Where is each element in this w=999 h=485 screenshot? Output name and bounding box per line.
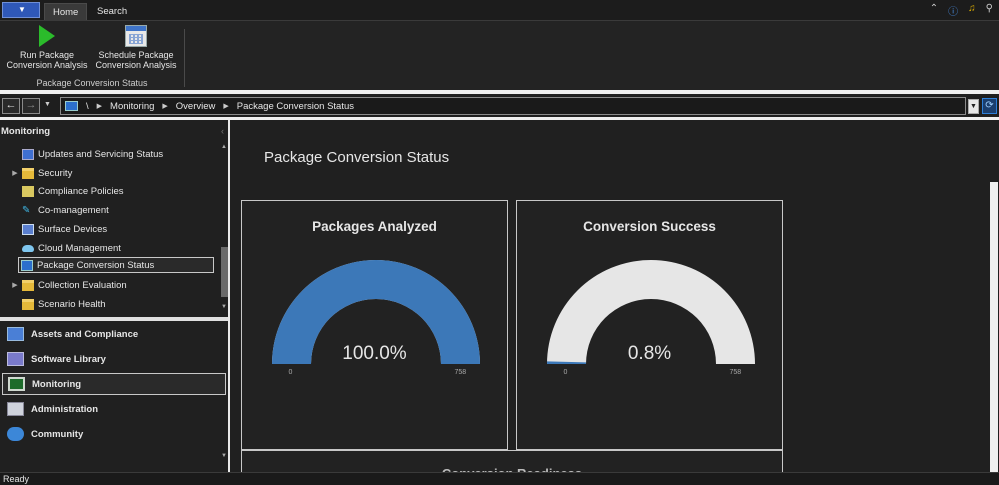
gauge-max-label: 758 [730, 369, 742, 376]
breadcrumb: \ ▶ Monitoring ▶ Overview ▶ Package Conv… [60, 97, 966, 115]
ribbon-divider [0, 90, 999, 94]
tree-item-compliance-policies[interactable]: Compliance Policies [8, 183, 218, 199]
gauge-max-label: 758 [455, 369, 467, 376]
refresh-icon[interactable]: ⟳ [982, 98, 997, 114]
gauge-value: 100.0% [342, 343, 407, 364]
tree-item-scenario-health[interactable]: Scenario Health [8, 296, 218, 312]
status-text: Ready [3, 474, 30, 484]
workspace-community[interactable]: Community [2, 423, 226, 445]
conversion-success-card: Conversion Success 0 758 0.8% [516, 200, 783, 450]
cloud-icon [22, 244, 34, 252]
scrollbar-thumb[interactable] [221, 247, 228, 297]
breadcrumb-separator-icon[interactable]: ▶ [97, 102, 102, 110]
tree-item-updates-and-servicing-status[interactable]: Updates and Servicing Status [8, 146, 218, 162]
surface-icon [22, 223, 34, 235]
updates-icon [22, 148, 34, 160]
compliance-icon [22, 185, 34, 197]
scenario-icon [22, 298, 34, 310]
tree-item-co-management[interactable]: ✎ Co-management [8, 202, 218, 218]
expand-icon[interactable]: ▶ [8, 169, 22, 177]
tree-item-surface-devices[interactable]: Surface Devices [8, 221, 218, 237]
tab-search[interactable]: Search [89, 3, 135, 20]
forward-button[interactable]: → [22, 98, 40, 114]
card-title: Packages Analyzed [312, 219, 437, 234]
play-icon [39, 25, 55, 47]
tab-home[interactable]: Home [44, 3, 88, 20]
help-icon[interactable]: ⓘ [948, 3, 958, 18]
breadcrumb-package-conversion-status[interactable]: Package Conversion Status [237, 101, 354, 112]
gauge-min-label: 0 [564, 369, 568, 376]
calendar-icon [125, 25, 147, 47]
breadcrumb-monitoring[interactable]: Monitoring [110, 101, 154, 112]
dashboard-content: Package Conversion Status Packages Analy… [232, 120, 999, 473]
packages-analyzed-card: Packages Analyzed 0 758 100.0% [241, 200, 508, 450]
app-menu-button[interactable]: ▼ [2, 2, 40, 18]
bell-icon[interactable]: ♫ [968, 3, 976, 18]
scroll-down-icon[interactable]: ▼ [221, 304, 227, 310]
schedule-package-conversion-analysis-button[interactable]: Schedule Package Conversion Analysis [93, 25, 179, 70]
package-status-icon [65, 101, 78, 111]
top-icons: ⌃ ⓘ ♫ ⚲ [930, 3, 993, 18]
address-dropdown-icon[interactable]: ▼ [968, 99, 979, 114]
chevron-down-icon: ▼ [18, 5, 26, 14]
back-button[interactable]: ← [2, 98, 20, 114]
conversion-readiness-card: Conversion Readiness [241, 450, 783, 473]
gauge-min-label: 0 [289, 369, 293, 376]
breadcrumb-root[interactable]: \ [86, 101, 89, 112]
user-icon[interactable]: ⚲ [986, 3, 993, 18]
scroll-down-icon[interactable]: ▼ [221, 453, 227, 459]
workspace-assets-and-compliance[interactable]: Assets and Compliance [2, 323, 226, 345]
community-icon [7, 427, 24, 441]
tree-item-collection-evaluation[interactable]: ▶ Collection Evaluation [8, 277, 218, 293]
tree-item-cloud-management[interactable]: Cloud Management [8, 240, 218, 256]
co-management-icon: ✎ [22, 204, 31, 216]
run-package-conversion-analysis-button[interactable]: Run Package Conversion Analysis [5, 25, 89, 70]
scrollbar-thumb[interactable] [990, 182, 998, 472]
folder-icon [22, 279, 34, 291]
breadcrumb-separator-icon[interactable]: ▶ [223, 102, 228, 110]
library-icon [7, 352, 24, 366]
card-title: Conversion Success [583, 219, 716, 234]
assets-icon [7, 327, 24, 341]
ribbon: Run Package Conversion Analysis Schedule… [0, 20, 999, 90]
navigation-pane-title: Monitoring [1, 126, 51, 137]
workspace-monitoring[interactable]: Monitoring [2, 373, 226, 395]
breadcrumb-overview[interactable]: Overview [176, 101, 216, 112]
status-bar: Ready [0, 472, 999, 485]
tab-bar: ▼ Home Search ⌃ ⓘ ♫ ⚲ [0, 0, 999, 20]
page-title: Package Conversion Status [264, 149, 450, 166]
address-bar: ← → ▼ \ ▶ Monitoring ▶ Overview ▶ Packag… [0, 96, 999, 116]
workspace-splitter[interactable] [0, 317, 228, 321]
tree-scrollbar[interactable]: ▲ ▼ [221, 142, 228, 312]
expand-icon[interactable]: ▶ [8, 281, 22, 289]
navigation-pane: Monitoring ‹ Updates and Servicing Statu… [0, 120, 230, 472]
breadcrumb-separator-icon[interactable]: ▶ [162, 102, 167, 110]
administration-icon [7, 402, 24, 416]
folder-icon [22, 167, 34, 179]
history-dropdown-icon[interactable]: ▼ [44, 101, 51, 108]
content-scrollbar[interactable] [990, 182, 998, 472]
tree-item-security[interactable]: ▶ Security [8, 165, 218, 181]
workspace-software-library[interactable]: Software Library [2, 348, 226, 370]
collapse-icon[interactable]: ‹ [221, 126, 224, 136]
workspace-administration[interactable]: Administration [2, 398, 226, 420]
scroll-up-icon[interactable]: ▲ [221, 144, 227, 150]
monitoring-icon [8, 377, 25, 391]
gauge-value: 0.8% [627, 343, 672, 364]
ribbon-group-label: Package Conversion Status [36, 78, 148, 88]
up-icon[interactable]: ⌃ [930, 3, 938, 18]
ribbon-group-separator [184, 29, 185, 87]
package-status-icon [21, 259, 33, 271]
tree-item-package-conversion-status[interactable]: Package Conversion Status [18, 257, 214, 273]
